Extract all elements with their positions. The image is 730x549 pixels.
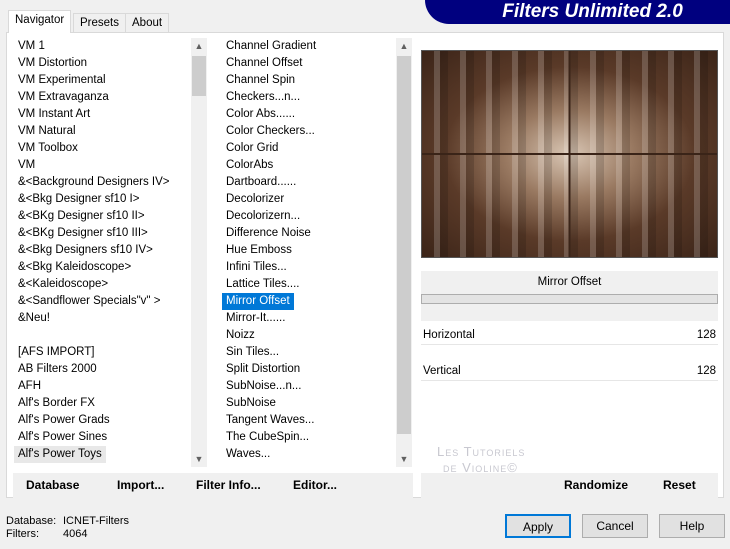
list-button-bar: Database Import... Filter Info... Editor…: [13, 473, 413, 499]
list-item[interactable]: [AFS IMPORT]: [14, 344, 94, 361]
list-item[interactable]: VM 1: [14, 38, 45, 55]
scroll-down-icon[interactable]: ▼: [396, 451, 412, 467]
scroll-up-icon[interactable]: ▲: [191, 38, 207, 54]
list-item[interactable]: Color Grid: [222, 140, 278, 157]
list-item[interactable]: Color Abs......: [222, 106, 295, 123]
list-item[interactable]: Checkers...n...: [222, 89, 300, 106]
list-item[interactable]: Decolorizer: [222, 191, 284, 208]
list-item[interactable]: &<Kaleidoscope>: [14, 276, 108, 293]
app-banner: Filters Unlimited 2.0: [425, 0, 730, 24]
tab-navigator[interactable]: Navigator: [8, 10, 72, 33]
list-item[interactable]: &<Background Designers IV>: [14, 174, 170, 191]
list-item[interactable]: VM Instant Art: [14, 106, 90, 123]
list-item[interactable]: VM Distortion: [14, 55, 87, 72]
list-item[interactable]: Mirror-It......: [222, 310, 285, 327]
filter-header: Mirror Offset: [421, 271, 718, 321]
list-item[interactable]: Difference Noise: [222, 225, 311, 242]
help-button[interactable]: Help: [659, 514, 725, 538]
param-value: 128: [696, 365, 716, 377]
list-item[interactable]: Hue Emboss: [222, 242, 292, 259]
list-item[interactable]: Sin Tiles...: [222, 344, 279, 361]
tab-presets[interactable]: Presets: [73, 13, 126, 32]
database-value: ICNET-Filters: [63, 515, 129, 527]
scroll-thumb[interactable]: [192, 56, 206, 96]
param-label: Vertical: [423, 365, 461, 377]
param-label: Horizontal: [423, 329, 475, 341]
reset-button[interactable]: Reset: [663, 478, 696, 492]
list-item[interactable]: Split Distortion: [222, 361, 300, 378]
list-item[interactable]: VM Extravaganza: [14, 89, 109, 106]
list-item[interactable]: SubNoise...n...: [222, 378, 301, 395]
randomize-button[interactable]: Randomize: [564, 478, 628, 492]
list-item[interactable]: VM Experimental: [14, 72, 106, 89]
list-item[interactable]: VM Natural: [14, 123, 76, 140]
category-scrollbar[interactable]: ▲ ▼: [191, 38, 207, 467]
list-item[interactable]: VM: [14, 157, 35, 174]
list-item[interactable]: Infini Tiles...: [222, 259, 287, 276]
list-item[interactable]: Dartboard......: [222, 174, 296, 191]
list-item[interactable]: Waves...: [222, 446, 270, 463]
list-item[interactable]: Lattice Tiles....: [222, 276, 300, 293]
category-list[interactable]: VM 1 VM Distortion VM Experimental VM Extra…: [14, 38, 191, 466]
filter-button-bar: Randomize Reset: [421, 473, 718, 499]
list-item[interactable]: &<Sandflower Specials"v" >: [14, 293, 160, 310]
list-item[interactable]: &<BKg Designer sf10 II>: [14, 208, 145, 225]
list-item[interactable]: Channel Spin: [222, 72, 295, 89]
param-horizontal[interactable]: Horizontal 128: [421, 325, 718, 345]
status-info: Database: ICNET-Filters Filters: 4064: [6, 515, 129, 540]
list-item[interactable]: Mirror Offset: [222, 293, 294, 310]
filter-scrollbar[interactable]: ▲ ▼: [396, 38, 412, 467]
filter-progress: [421, 294, 718, 304]
editor-button[interactable]: Editor...: [293, 478, 337, 492]
list-item[interactable]: AFH: [14, 378, 41, 395]
filter-title: Mirror Offset: [537, 276, 602, 288]
list-item[interactable]: Tangent Waves...: [222, 412, 314, 429]
list-item[interactable]: The CubeSpin...: [222, 429, 309, 446]
list-item[interactable]: Decolorizern...: [222, 208, 300, 225]
list-item[interactable]: SubNoise: [222, 395, 276, 412]
list-item[interactable]: &<Bkg Designers sf10 IV>: [14, 242, 153, 259]
list-item[interactable]: Alf's Power Sines: [14, 429, 107, 446]
list-item[interactable]: [14, 327, 18, 344]
list-item[interactable]: Alf's Power Grads: [14, 412, 110, 429]
list-item[interactable]: Alf's Border FX: [14, 395, 95, 412]
list-item[interactable]: &Neu!: [14, 310, 50, 327]
list-item[interactable]: Color Checkers...: [222, 123, 315, 140]
filters-count: 4064: [63, 528, 88, 540]
list-item[interactable]: Channel Gradient: [222, 38, 316, 55]
list-item[interactable]: Noizz: [222, 327, 255, 344]
cancel-button[interactable]: Cancel: [582, 514, 648, 538]
tab-about[interactable]: About: [125, 13, 170, 32]
scroll-down-icon[interactable]: ▼: [191, 451, 207, 467]
scroll-up-icon[interactable]: ▲: [396, 38, 412, 54]
filter-list[interactable]: Channel Gradient Channel Offset Channel Sp…: [222, 38, 396, 466]
param-vertical[interactable]: Vertical 128: [421, 361, 718, 381]
list-item[interactable]: ColorAbs: [222, 157, 273, 174]
list-item[interactable]: Alf's Power Toys: [14, 446, 106, 463]
preview-image: [421, 50, 718, 258]
list-item[interactable]: &<BKg Designer sf10 III>: [14, 225, 148, 242]
param-value: 128: [696, 329, 716, 341]
list-item[interactable]: &<Bkg Kaleidoscope>: [14, 259, 131, 276]
filter-info-button[interactable]: Filter Info...: [196, 478, 261, 492]
scroll-thumb[interactable]: [397, 56, 411, 434]
list-item[interactable]: Channel Offset: [222, 55, 303, 72]
watermark: Les Tutoriels de Violine©: [437, 444, 526, 475]
list-item[interactable]: &<Bkg Designer sf10 I>: [14, 191, 139, 208]
database-button[interactable]: Database: [26, 478, 79, 492]
list-item[interactable]: VM Toolbox: [14, 140, 78, 157]
apply-button[interactable]: Apply: [505, 514, 571, 538]
list-item[interactable]: AB Filters 2000: [14, 361, 97, 378]
import-button[interactable]: Import...: [117, 478, 164, 492]
